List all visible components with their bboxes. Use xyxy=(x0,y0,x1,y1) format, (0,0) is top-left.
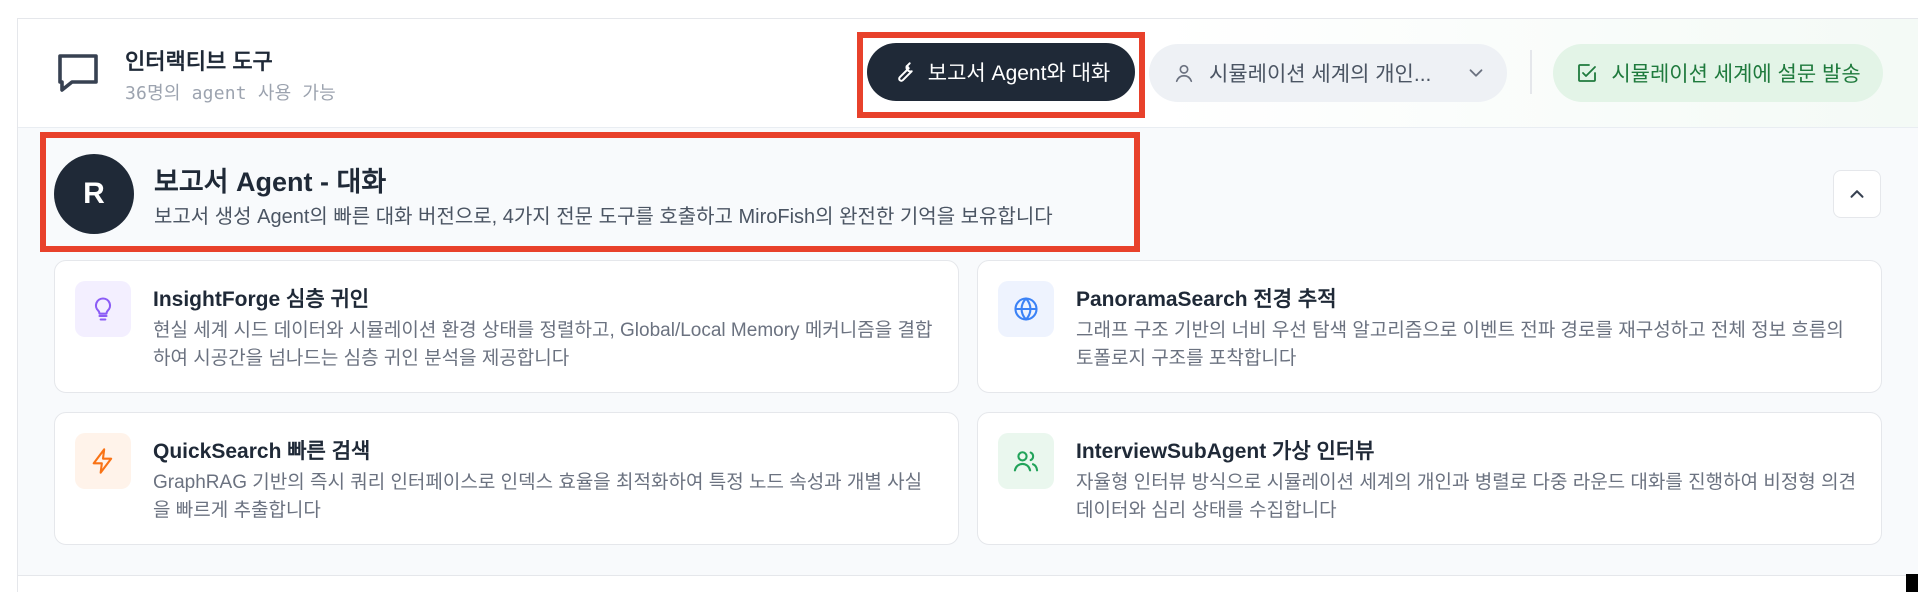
wrench-icon xyxy=(898,62,913,82)
tool-icon-bg xyxy=(75,281,131,337)
user-icon xyxy=(1175,64,1193,83)
users-icon xyxy=(1013,451,1039,472)
scrollbar-fragment xyxy=(1906,574,1918,592)
header-divider xyxy=(1530,50,1532,94)
tool-description: 현실 세계 시드 데이터와 시뮬레이션 환경 상태를 정렬하고, Global/… xyxy=(153,320,933,369)
collapse-button[interactable] xyxy=(1833,170,1881,218)
tool-card-insightforge[interactable]: InsightForge 심층 귀인 현실 세계 시드 데이터와 시뮬레이션 환… xyxy=(54,260,959,393)
tool-icon-bg xyxy=(998,433,1054,489)
agent-avatar: R xyxy=(54,154,134,234)
report-button-label: 보고서 Agent와 대화 xyxy=(927,62,1111,85)
chevron-down-icon xyxy=(1469,69,1483,77)
lightbulb-icon xyxy=(94,297,112,321)
tool-description: 자율형 인터뷰 방식으로 시뮬레이션 세계의 개인과 병렬로 다중 라운드 대화… xyxy=(1076,472,1857,521)
lightning-icon xyxy=(92,448,113,474)
agent-title: 보고서 Agent - 대화 xyxy=(154,167,387,197)
checkbox-edit-icon xyxy=(1578,64,1597,82)
top-border xyxy=(0,0,1918,19)
globe-icon xyxy=(1014,297,1038,321)
panel-bottom-border xyxy=(18,575,1918,576)
send-survey-button[interactable]: 시뮬레이션 세계에 설문 발송 xyxy=(1553,44,1883,102)
tool-title: InterviewSubAgent 가상 인터뷰 xyxy=(1076,440,1375,463)
survey-button-label: 시뮬레이션 세계에 설문 발송 xyxy=(1611,63,1861,86)
chat-bubble-icon xyxy=(58,54,98,92)
report-agent-chat-button[interactable]: 보고서 Agent와 대화 xyxy=(867,43,1135,101)
chevron-up-icon xyxy=(1850,190,1864,198)
tool-title: QuickSearch 빠른 검색 xyxy=(153,440,371,463)
select-value: 시뮬레이션 세계의 개인... xyxy=(1209,63,1432,86)
tool-title: InsightForge 심층 귀인 xyxy=(153,288,370,311)
tool-card-quicksearch[interactable]: QuickSearch 빠른 검색 GraphRAG 기반의 즉시 쿼리 인터페… xyxy=(54,412,959,545)
tool-description: GraphRAG 기반의 즉시 쿼리 인터페이스로 인덱스 효율을 최적화하여 … xyxy=(153,472,923,521)
left-rail xyxy=(0,18,18,592)
tool-icon-bg xyxy=(75,433,131,489)
tool-icon-bg xyxy=(998,281,1054,337)
agent-count: 36명의 agent 사용 가능 xyxy=(125,83,336,104)
agent-description: 보고서 생성 Agent의 빠른 대화 버전으로, 4가지 전문 도구를 호출하… xyxy=(154,206,1053,228)
panel-title: 인터랙티브 도구 xyxy=(125,49,273,74)
target-select[interactable]: 시뮬레이션 세계의 개인... xyxy=(1149,44,1507,102)
tool-description: 그래프 구조 기반의 너비 우선 탐색 알고리즘으로 이벤트 전파 경로를 재구… xyxy=(1076,320,1844,369)
tool-card-interviewsubagent[interactable]: InterviewSubAgent 가상 인터뷰 자율형 인터뷰 방식으로 시뮬… xyxy=(977,412,1882,545)
tool-title: PanoramaSearch 전경 추적 xyxy=(1076,288,1337,311)
tool-card-panoramasearch[interactable]: PanoramaSearch 전경 추적 그래프 구조 기반의 너비 우선 탐색… xyxy=(977,260,1882,393)
